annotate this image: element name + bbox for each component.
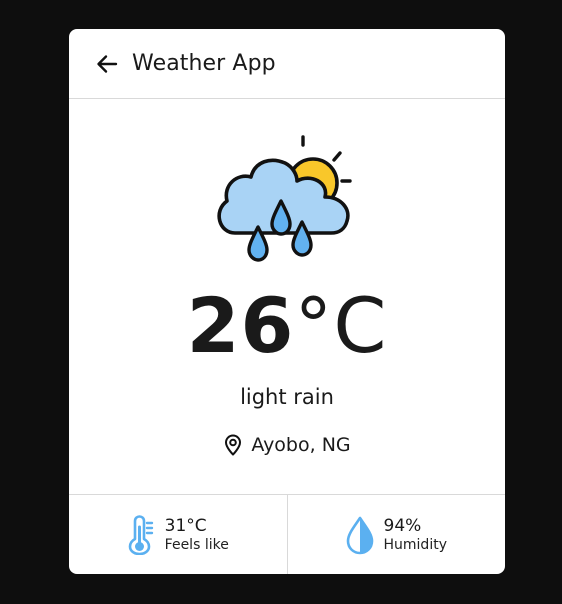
page-title: Weather App [132,51,276,76]
weather-main: 26°C light rain Ayobo, NG [69,99,505,494]
feels-like-value: 31°C [164,515,207,536]
feels-like-stat: 31°C Feels like [69,495,287,574]
temperature-unit: °C [294,281,388,370]
arrow-left-icon [97,54,118,73]
feels-like-text: 31°C Feels like [165,516,229,554]
humidity-value: 94% [383,515,422,536]
stats-footer: 31°C Feels like 94% Humidity [69,494,505,574]
location: Ayobo, NG [69,434,505,456]
humidity-label: Humidity [383,536,447,553]
back-button[interactable] [95,52,119,76]
feels-like-label: Feels like [164,536,229,553]
app-header: Weather App [69,29,505,99]
thermometer-icon [128,514,153,555]
temperature-value: 26 [186,281,295,370]
weather-description: light rain [240,385,334,409]
water-drop-icon [346,516,373,554]
humidity-text: 94% Humidity [384,516,447,554]
humidity-stat: 94% Humidity [286,495,506,574]
cloud-rain-sun-icon [217,135,352,262]
temperature-display: 26°C [69,285,505,367]
weather-card: Weather App 26°C light rain Ayobo, NG 31… [69,29,505,574]
location-text: Ayobo, NG [251,434,351,456]
map-pin-icon [225,434,242,456]
